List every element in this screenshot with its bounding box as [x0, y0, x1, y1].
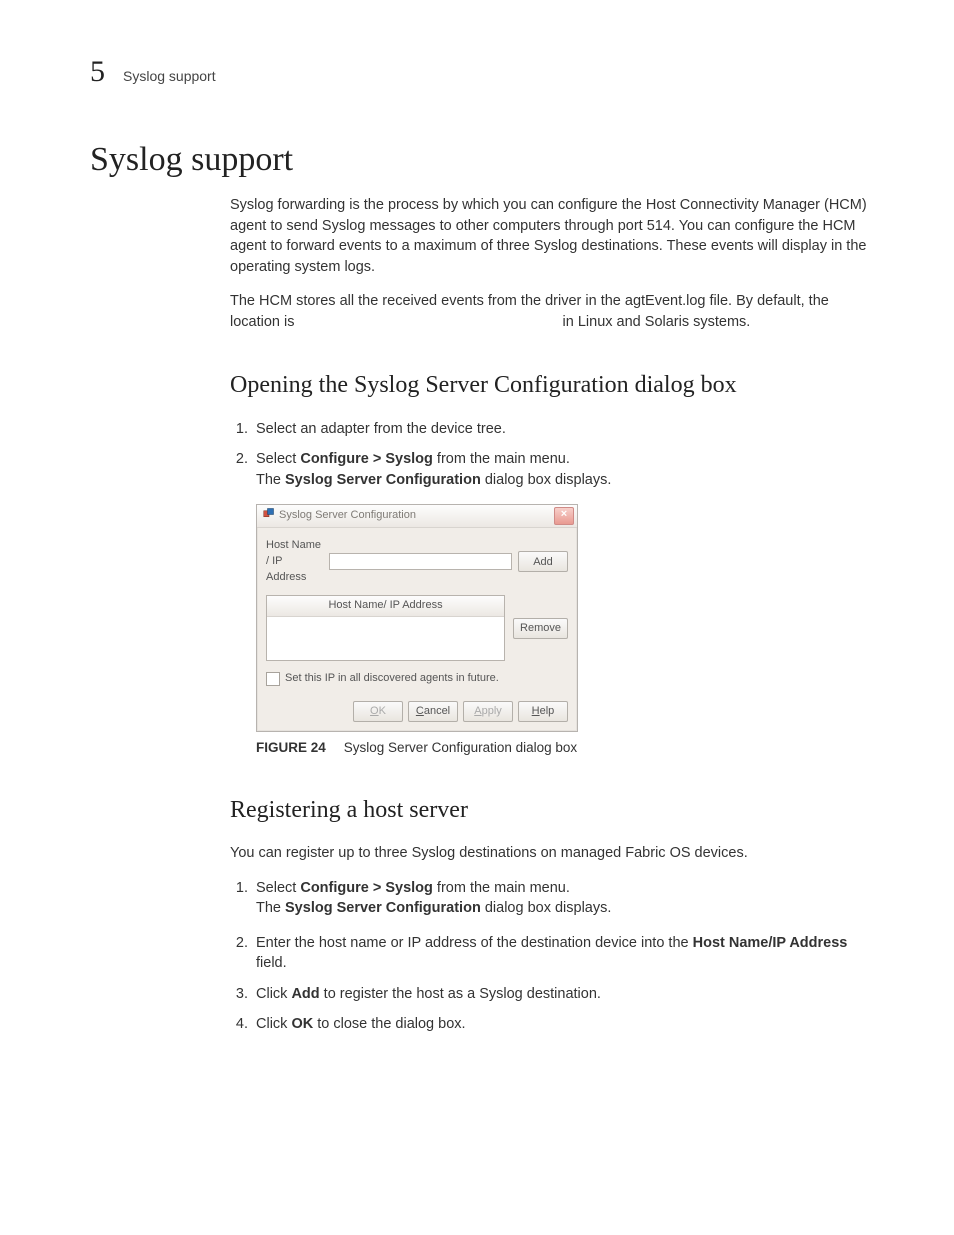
opening-steps-list: Select an adapter from the device tree. … — [230, 419, 874, 757]
register-step-2-post: field. — [256, 955, 287, 971]
set-ip-checkbox[interactable] — [266, 672, 280, 686]
register-step-2-pre: Enter the host name or IP address of the… — [256, 935, 693, 951]
cancel-rest: ancel — [424, 705, 450, 717]
opening-step-2-pre: Select — [256, 451, 300, 467]
figure-label: FIGURE 24 — [256, 740, 326, 755]
opening-step-2-desc-bold: Syslog Server Configuration — [285, 472, 481, 488]
register-step-1-pre: Select — [256, 880, 300, 896]
register-step-4-pre: Click — [256, 1016, 291, 1032]
register-step-1-desc-bold: Syslog Server Configuration — [285, 900, 481, 916]
chapter-title: Syslog support — [123, 68, 216, 84]
apply-accel: A — [474, 705, 481, 717]
figure-caption: FIGURE 24 Syslog Server Configuration dia… — [256, 738, 874, 757]
figure-caption-text: Syslog Server Configuration dialog box — [344, 740, 577, 755]
ok-accel: O — [370, 705, 379, 717]
remove-button[interactable]: Remove — [513, 618, 568, 639]
intro-paragraph-1: Syslog forwarding is the process by whic… — [230, 195, 874, 277]
register-step-3-pre: Click — [256, 986, 291, 1002]
register-intro: You can register up to three Syslog dest… — [230, 843, 874, 864]
cancel-button[interactable]: Cancel — [408, 701, 458, 722]
register-step-1-bold: Configure > Syslog — [300, 880, 433, 896]
dialog-titlebar: Syslog Server Configuration × — [257, 505, 577, 528]
intro-paragraph-2: The HCM stores all the received events f… — [230, 291, 874, 332]
opening-step-2-bold: Configure > Syslog — [300, 451, 433, 467]
close-icon: × — [561, 508, 567, 520]
register-step-3-bold: Add — [291, 986, 319, 1002]
register-step-4-bold: OK — [291, 1016, 313, 1032]
add-button[interactable]: Add — [518, 551, 568, 572]
host-ip-input[interactable] — [329, 553, 512, 570]
register-step-2-bold: Host Name/IP Address — [693, 935, 848, 951]
register-step-1: Select Configure > Syslog from the main … — [252, 878, 874, 919]
set-ip-checkbox-label: Set this IP in all discovered agents in … — [285, 671, 499, 687]
register-step-1-desc-post: dialog box displays. — [481, 900, 612, 916]
register-step-1-post: from the main menu. — [433, 880, 570, 896]
register-step-1-desc-pre: The — [256, 900, 285, 916]
help-rest: elp — [540, 705, 555, 717]
register-step-3: Click Add to register the host as a Sysl… — [252, 984, 874, 1005]
syslog-config-dialog: Syslog Server Configuration × Host Name … — [256, 504, 578, 731]
opening-step-2-desc-post: dialog box displays. — [481, 472, 612, 488]
register-step-4: Click OK to close the dialog box. — [252, 1014, 874, 1035]
register-step-4-post: to close the dialog box. — [313, 1016, 465, 1032]
chapter-number: 5 — [90, 55, 105, 89]
intro-p2-part-b: in Linux and Solaris systems. — [563, 314, 751, 330]
dialog-title: Syslog Server Configuration — [279, 508, 416, 524]
app-icon — [263, 507, 275, 525]
apply-button[interactable]: Apply — [463, 701, 513, 722]
opening-step-2-desc-pre: The — [256, 472, 285, 488]
register-step-2: Enter the host name or IP address of the… — [252, 933, 874, 974]
register-steps-list: Select Configure > Syslog from the main … — [230, 878, 874, 1035]
opening-step-1-text: Select an adapter from the device tree. — [256, 421, 506, 437]
host-list-header: Host Name/ IP Address — [267, 596, 504, 617]
help-button[interactable]: Help — [518, 701, 568, 722]
section-heading-opening: Opening the Syslog Server Configuration … — [230, 368, 874, 402]
cancel-accel: C — [416, 705, 424, 717]
page-title: Syslog support — [90, 141, 874, 179]
help-accel: H — [532, 705, 540, 717]
host-list[interactable]: Host Name/ IP Address — [266, 595, 505, 661]
close-button[interactable]: × — [554, 507, 574, 525]
host-ip-label: Host Name / IP Address — [266, 538, 323, 585]
register-step-1-desc: The Syslog Server Configuration dialog b… — [256, 898, 874, 919]
opening-step-2-desc: The Syslog Server Configuration dialog b… — [256, 470, 874, 491]
opening-step-2-post: from the main menu. — [433, 451, 570, 467]
opening-step-2: Select Configure > Syslog from the main … — [252, 449, 874, 757]
register-step-3-post: to register the host as a Syslog destina… — [320, 986, 601, 1002]
apply-rest: pply — [482, 705, 502, 717]
opening-step-1: Select an adapter from the device tree. — [252, 419, 874, 440]
section-heading-registering: Registering a host server — [230, 793, 874, 827]
running-header: 5 Syslog support — [90, 55, 874, 89]
ok-rest: K — [379, 705, 386, 717]
ok-button[interactable]: OK — [353, 701, 403, 722]
